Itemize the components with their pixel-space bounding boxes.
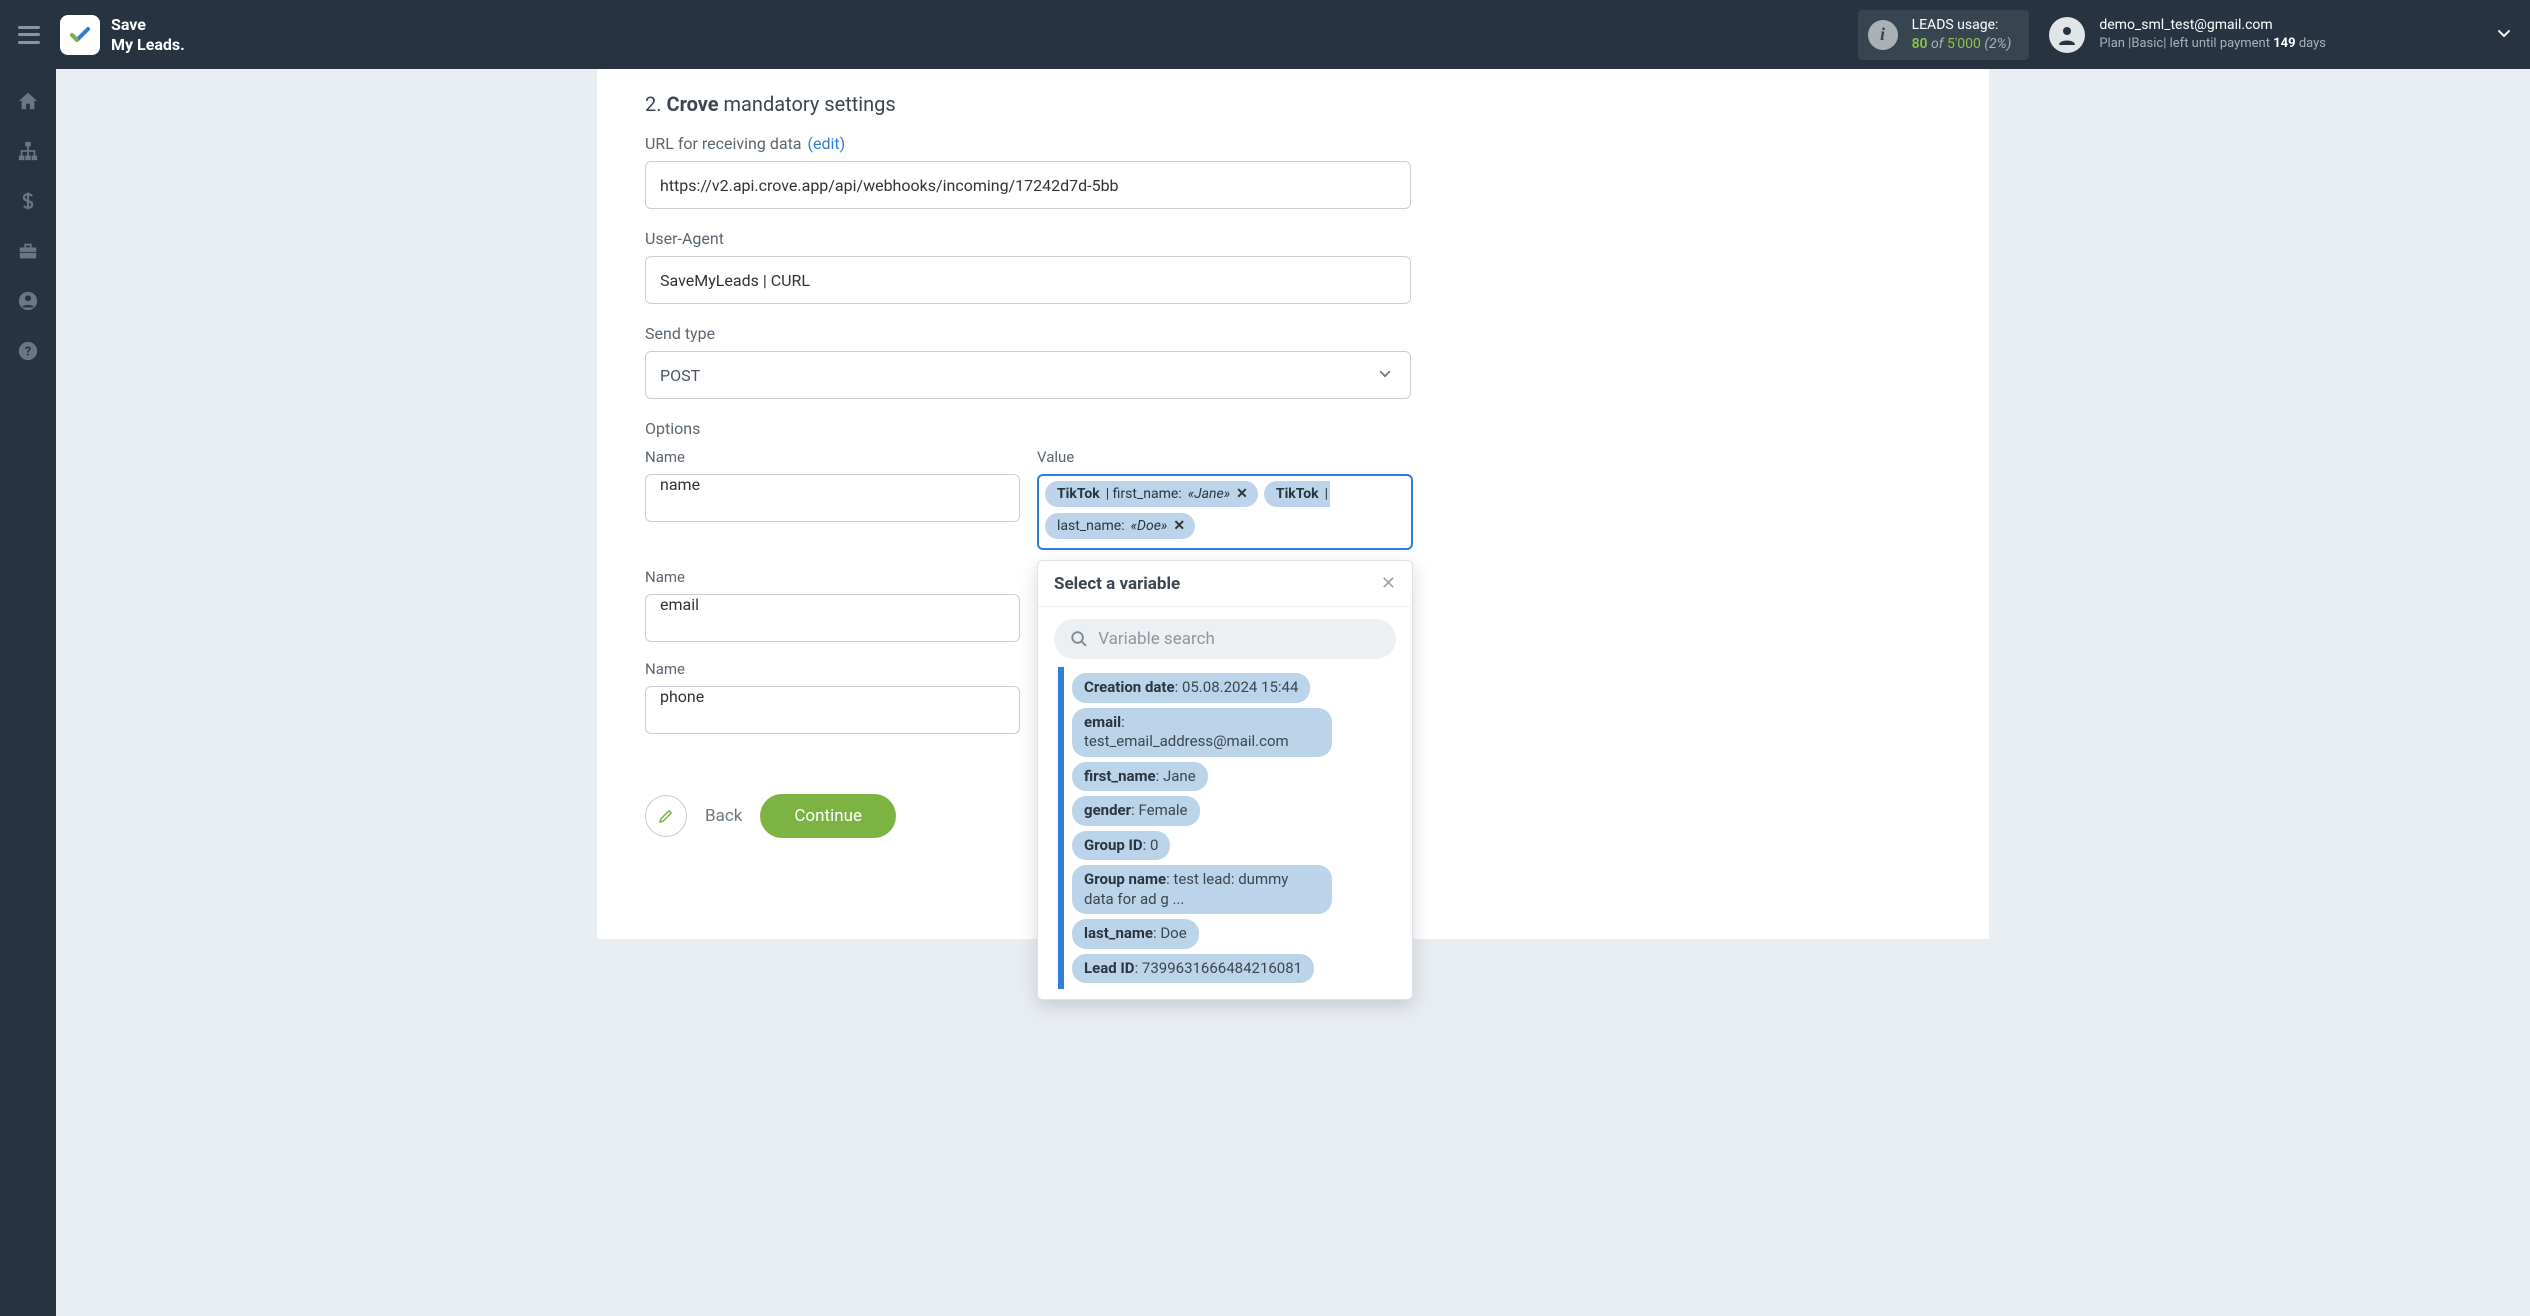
variable-option[interactable]: email: test_email_address@mail.com	[1072, 708, 1332, 757]
search-icon	[1070, 629, 1088, 649]
variable-option[interactable]: gender: Female	[1072, 796, 1200, 826]
option-value-input-0[interactable]: TikTok | first_name: «Jane» ✕ TikTok | l…	[1037, 474, 1413, 550]
app-logo	[60, 15, 100, 55]
url-label: URL for receiving data (edit)	[645, 134, 1941, 153]
variable-option[interactable]: last_name: Doe	[1072, 919, 1199, 949]
user-circle-icon[interactable]	[16, 289, 40, 313]
help-icon[interactable]: ?	[16, 339, 40, 363]
user-agent-field[interactable]	[645, 256, 1411, 304]
edit-url-link[interactable]: (edit)	[808, 134, 846, 153]
name-column-label: Name	[645, 660, 1020, 678]
settings-card: 2. Crove mandatory settings URL for rece…	[597, 69, 1989, 939]
remove-chip-icon[interactable]: ✕	[1173, 517, 1185, 535]
section-title: 2. Crove mandatory settings	[645, 92, 1941, 116]
options-label: Options	[645, 419, 1941, 438]
dropdown-title: Select a variable	[1054, 574, 1180, 594]
variable-option[interactable]: Group name: test lead: dummy data for ad…	[1072, 865, 1332, 914]
option-name-input-0[interactable]	[645, 474, 1020, 522]
continue-button[interactable]: Continue	[760, 794, 896, 838]
menu-toggle-button[interactable]	[18, 26, 40, 44]
usage-values: 80 of 5'000 (2%)	[1912, 35, 2012, 53]
app-header: Save My Leads. i LEADS usage: 80 of 5'00…	[0, 0, 2530, 69]
variable-option[interactable]: first_name: Jane	[1072, 762, 1208, 792]
url-field[interactable]	[645, 161, 1411, 209]
usage-label: LEADS usage:	[1912, 16, 2012, 34]
app-name: Save My Leads.	[111, 15, 185, 53]
account-menu[interactable]: demo_sml_test@gmail.com Plan |Basic| lef…	[2049, 16, 2512, 52]
chevron-down-icon	[1378, 366, 1392, 385]
check-icon	[68, 23, 92, 47]
variable-chip[interactable]: TikTok | first_name: «Jane» ✕	[1045, 481, 1258, 507]
chevron-down-icon[interactable]	[2496, 25, 2512, 45]
sitemap-icon[interactable]	[16, 139, 40, 163]
account-email: demo_sml_test@gmail.com	[2099, 16, 2326, 35]
variable-chip-continued[interactable]: last_name: «Doe» ✕	[1045, 513, 1195, 539]
info-icon: i	[1868, 20, 1898, 50]
variable-search-input[interactable]	[1054, 619, 1396, 659]
send-type-label: Send type	[645, 324, 1941, 343]
user-icon	[2055, 23, 2079, 47]
user-agent-label: User-Agent	[645, 229, 1941, 248]
avatar-icon	[2049, 17, 2085, 53]
remove-chip-icon[interactable]: ✕	[1236, 485, 1248, 503]
variable-chip[interactable]: TikTok |	[1264, 481, 1330, 507]
send-type-select[interactable]: POST	[645, 351, 1411, 399]
briefcase-icon[interactable]	[16, 239, 40, 263]
sidebar: ?	[0, 69, 56, 1316]
home-icon[interactable]	[16, 89, 40, 113]
variable-option[interactable]: Creation date: 05.08.2024 15:44	[1072, 673, 1310, 703]
usage-box[interactable]: i LEADS usage: 80 of 5'000 (2%)	[1858, 10, 2030, 60]
edit-button[interactable]	[645, 795, 687, 837]
option-name-input-1[interactable]	[645, 594, 1020, 642]
back-button[interactable]: Back	[705, 806, 742, 826]
variable-option[interactable]: Lead ID: 7399631666484216081	[1072, 954, 1314, 984]
variable-option[interactable]: Group ID: 0	[1072, 831, 1170, 861]
dollar-icon[interactable]	[16, 189, 40, 213]
option-name-input-2[interactable]	[645, 686, 1020, 734]
name-column-label: Name	[645, 568, 1020, 586]
name-column-label: Name	[645, 448, 1020, 466]
value-column-label: Value	[1037, 448, 1413, 466]
variable-dropdown: Select a variable ✕ Creation date: 05.08…	[1037, 560, 1413, 1000]
close-icon[interactable]: ✕	[1381, 573, 1396, 594]
pencil-icon	[657, 807, 675, 825]
svg-text:?: ?	[25, 345, 31, 360]
account-plan: Plan |Basic| left until payment 149 days	[2099, 35, 2326, 53]
